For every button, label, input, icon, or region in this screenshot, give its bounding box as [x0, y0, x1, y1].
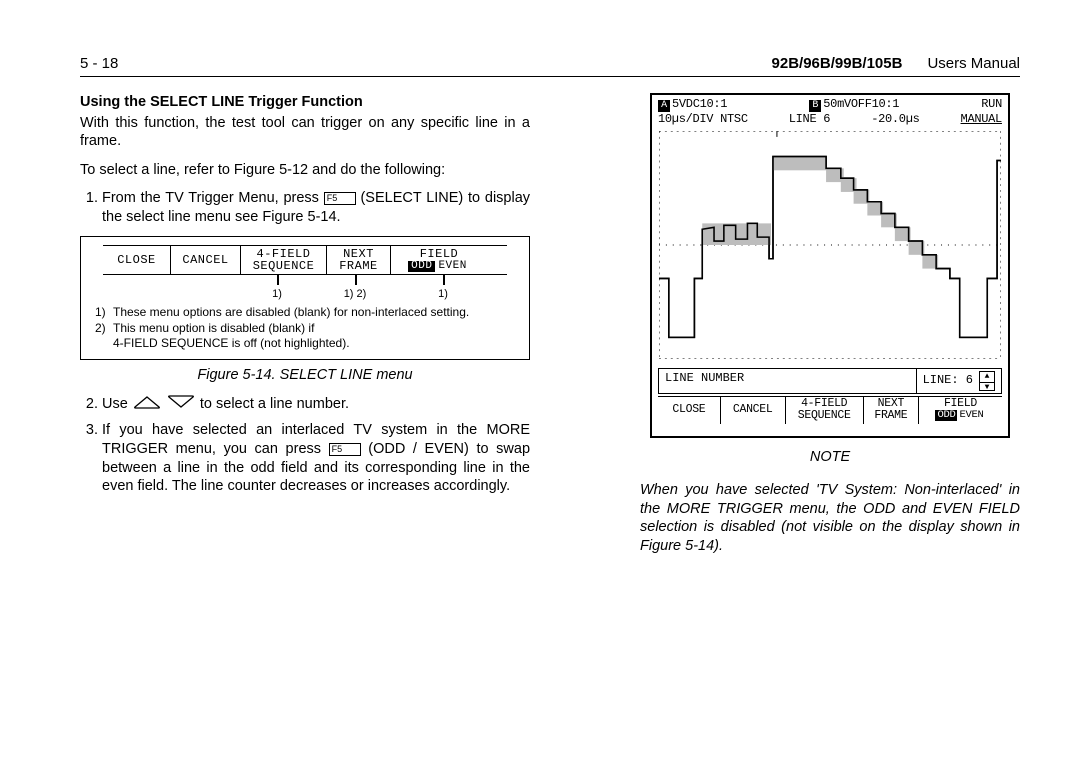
step-1: From the TV Trigger Menu, press F5 (SELE…: [102, 189, 530, 226]
page-number: 5 - 18: [80, 55, 118, 72]
menu-next-frame: NEXT FRAME: [327, 246, 391, 274]
oscilloscope-screenshot: A5VDC10:1 B50mVOFF10:1 RUN 10µs/DIV NTSC…: [650, 93, 1010, 438]
procedure-list: From the TV Trigger Menu, press F5 (SELE…: [80, 189, 530, 226]
softkey-next-frame[interactable]: NEXT FRAME: [864, 397, 919, 424]
menu-close: CLOSE: [103, 246, 171, 274]
menu-4field: 4-FIELD SEQUENCE: [241, 246, 327, 274]
menu-field-odd-even: FIELD ODDEVEN: [391, 246, 487, 274]
step-2: Use to select a line number.: [102, 395, 530, 414]
up-arrow-icon: [132, 395, 162, 409]
right-column: A5VDC10:1 B50mVOFF10:1 RUN 10µs/DIV NTSC…: [640, 93, 1020, 570]
channel-b-icon: B: [809, 100, 821, 112]
softkey-field-odd-even[interactable]: FIELD ODDEVEN: [919, 397, 1002, 424]
figure-5-14-caption: Figure 5-14. SELECT LINE menu: [80, 366, 530, 385]
select-line-menu-diagram: CLOSE CANCEL 4-FIELD SEQUENCE NEXT FRAME…: [103, 245, 507, 275]
figure-5-14-box: CLOSE CANCEL 4-FIELD SEQUENCE NEXT FRAME…: [80, 236, 530, 360]
manual-label: Users Manual: [927, 55, 1020, 72]
softkey-cancel[interactable]: CANCEL: [721, 397, 786, 424]
spinner-down-icon: ▼: [980, 383, 994, 393]
run-status: RUN: [981, 97, 1002, 112]
scope-softkey-menu: CLOSE CANCEL 4-FIELD SEQUENCE NEXT FRAME…: [658, 396, 1002, 424]
page-header: 5 - 18 92B/96B/99B/105B Users Manual: [80, 55, 1020, 77]
figure-notes: 1) These menu options are disabled (blan…: [95, 305, 515, 351]
intro2-paragraph: To select a line, refer to Figure 5-12 a…: [80, 161, 530, 180]
softkey-4field[interactable]: 4-FIELD SEQUENCE: [786, 397, 864, 424]
line-number-label: LINE NUMBER: [659, 369, 916, 393]
menu-cancel: CANCEL: [171, 246, 241, 274]
f5-key-icon: F5: [329, 443, 361, 456]
line-number-spinner[interactable]: ▲ ▼: [979, 371, 995, 391]
intro-paragraph: With this function, the test tool can tr…: [80, 114, 530, 151]
section-title: Using the SELECT LINE Trigger Function: [80, 93, 530, 112]
down-arrow-icon: [166, 395, 196, 409]
f5-key-icon: F5: [324, 192, 356, 205]
softkey-close[interactable]: CLOSE: [658, 397, 721, 424]
two-column-layout: Using the SELECT LINE Trigger Function W…: [80, 93, 1020, 570]
scope-header-line1: A5VDC10:1 B50mVOFF10:1 RUN: [652, 95, 1008, 112]
figure-callout-ticks: 1) 1) 2) 1): [103, 275, 507, 305]
line-number-readout: LINE NUMBER LINE: 6 ▲ ▼: [658, 368, 1002, 394]
scope-waveform-area: [658, 130, 1002, 364]
header-right: 92B/96B/99B/105B Users Manual: [772, 55, 1020, 72]
scope-header-line2: 10µs/DIV NTSC LINE 6 -20.0µs MANUAL: [652, 112, 1008, 129]
step-3: If you have selected an interlaced TV sy…: [102, 421, 530, 495]
line-number-value-box: LINE: 6 ▲ ▼: [916, 369, 1001, 393]
channel-a-icon: A: [658, 100, 670, 112]
spinner-up-icon: ▲: [980, 372, 994, 383]
note-body: When you have selected 'TV System: Non-i…: [640, 481, 1020, 555]
note-label: NOTE: [640, 448, 1020, 467]
manual-page: 5 - 18 92B/96B/99B/105B Users Manual Usi…: [0, 0, 1080, 762]
model-number: 92B/96B/99B/105B: [772, 55, 903, 72]
procedure-list-cont: Use to select a line number. If you have…: [80, 395, 530, 496]
left-column: Using the SELECT LINE Trigger Function W…: [80, 93, 530, 570]
